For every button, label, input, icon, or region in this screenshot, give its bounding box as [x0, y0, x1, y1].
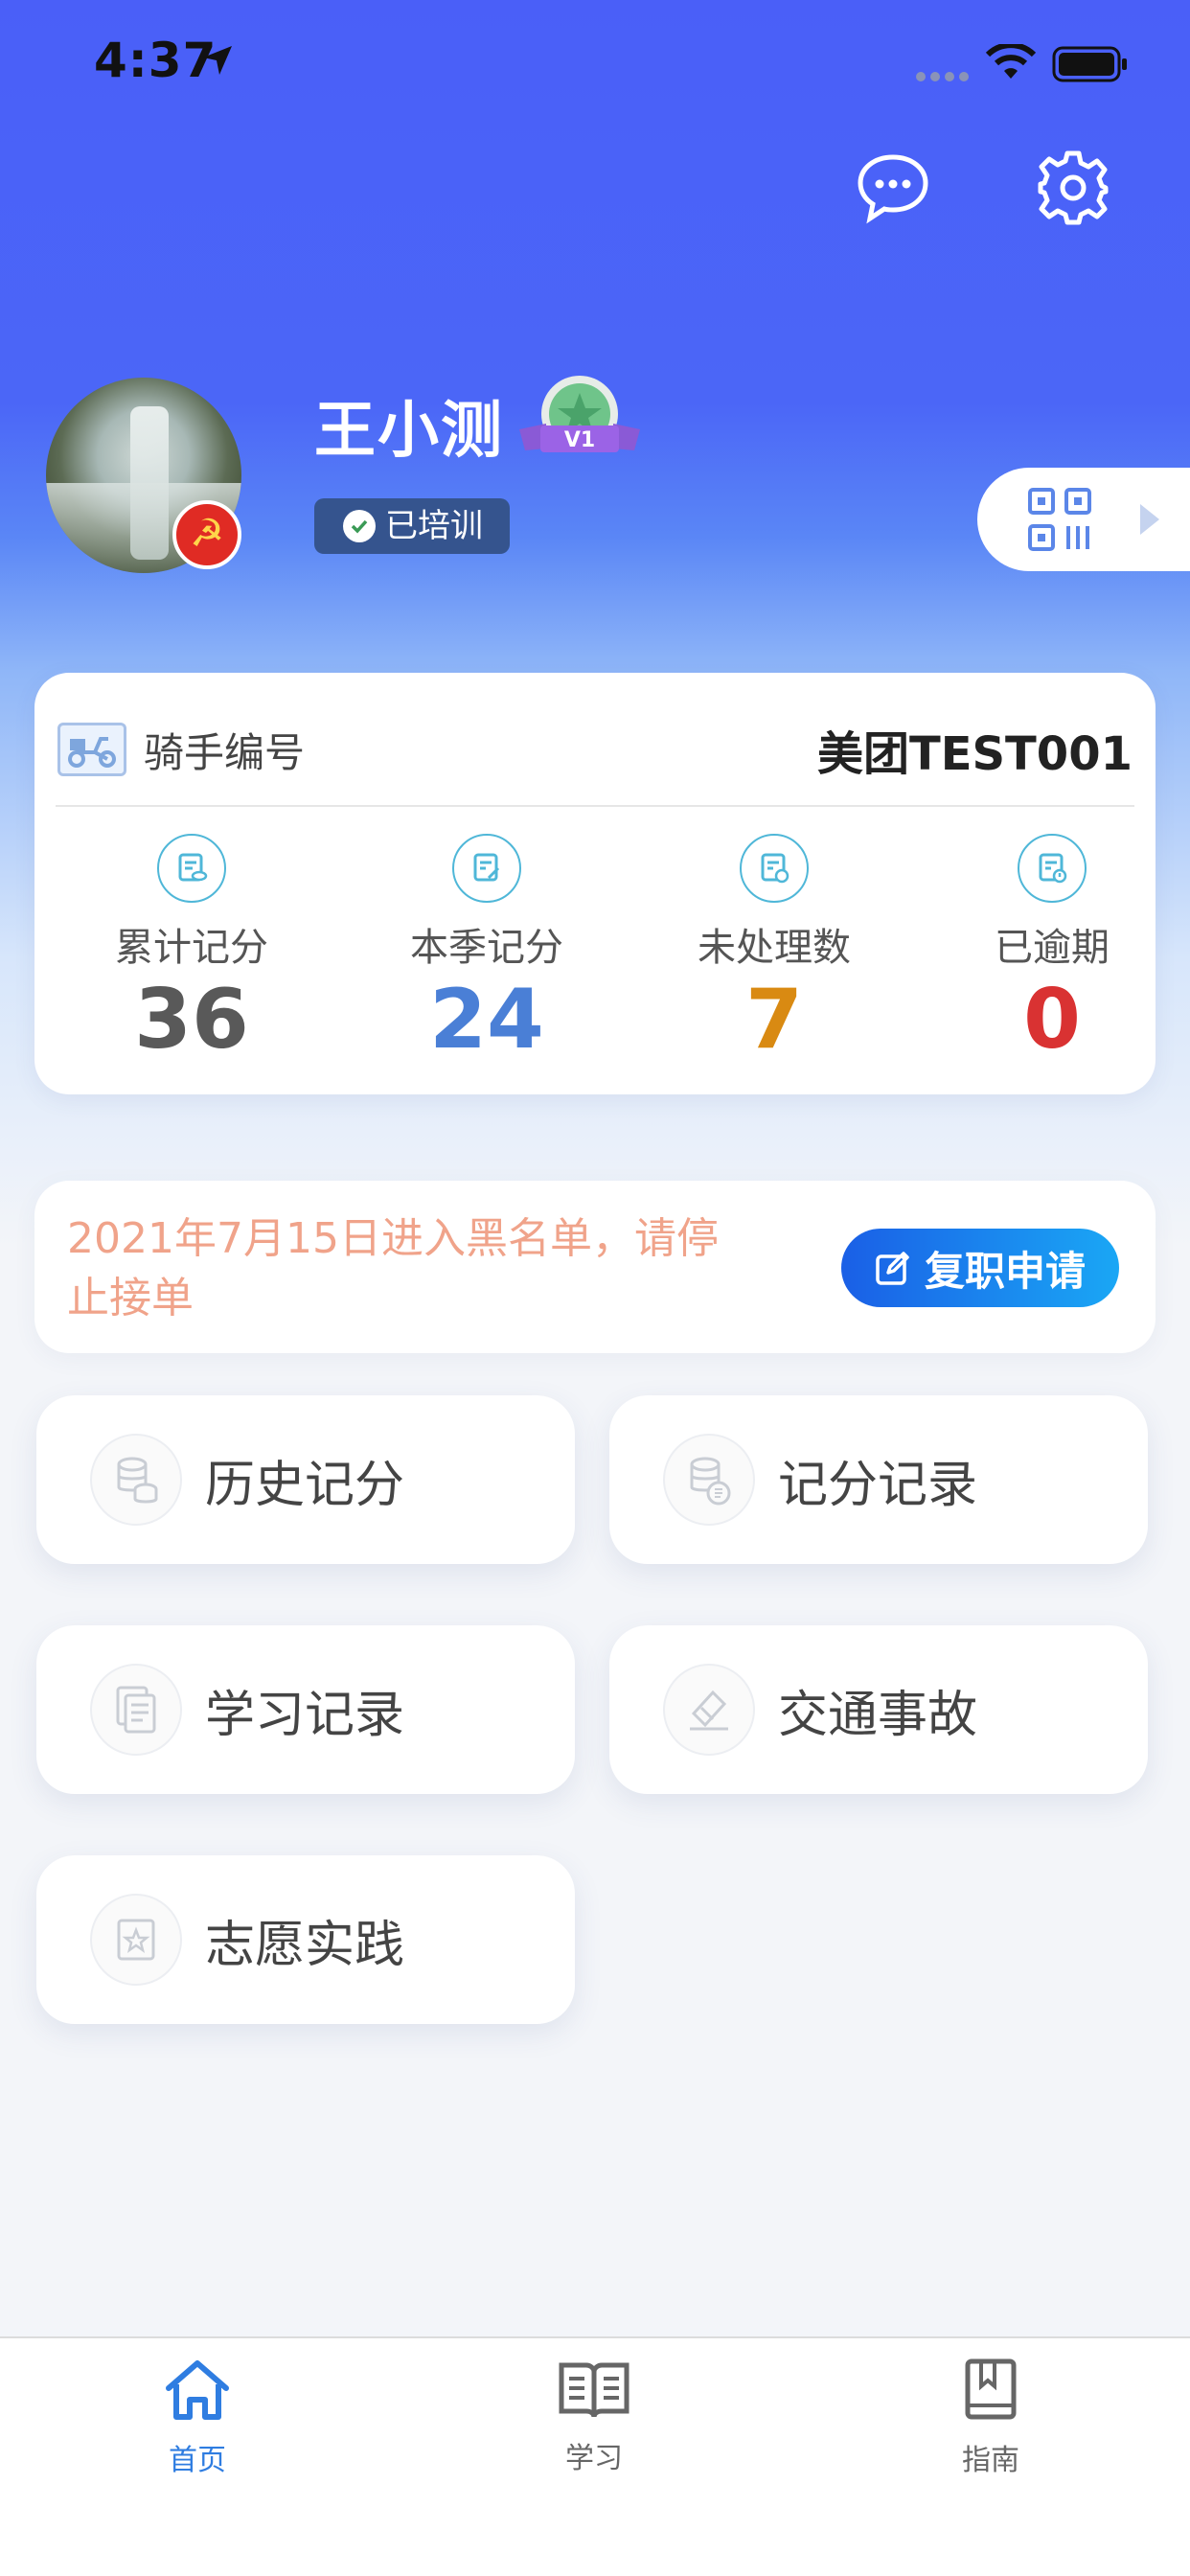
- menu-points-record[interactable]: 记分记录: [609, 1395, 1148, 1564]
- home-icon: [166, 2360, 229, 2420]
- menu-label: 志愿实践: [205, 1916, 405, 1974]
- tab-study[interactable]: 学习: [498, 2358, 690, 2476]
- qr-code-icon: [1028, 488, 1091, 551]
- book-icon: [559, 2362, 629, 2418]
- stat-value: 36: [134, 972, 249, 1068]
- battery-icon: [1052, 46, 1127, 82]
- bottom-tab-bar: 首页 学习 指南: [0, 2336, 1190, 2576]
- stat-unprocessed[interactable]: 未处理数 7: [650, 834, 899, 1068]
- tab-label: 首页: [169, 2444, 226, 2477]
- tab-label: 学习: [565, 2442, 623, 2475]
- edit-doc-icon: [452, 834, 521, 903]
- tab-label: 指南: [962, 2444, 1019, 2477]
- star-frame-icon: [90, 1894, 182, 1986]
- tab-home[interactable]: 首页: [102, 2358, 293, 2478]
- menu-study-record[interactable]: 学习记录: [36, 1625, 575, 1794]
- message-icon[interactable]: [855, 150, 931, 226]
- status-time: 4:37: [94, 33, 217, 88]
- level-text: V1: [564, 428, 595, 452]
- pending-doc-icon: [740, 834, 809, 903]
- menu-history-points[interactable]: 历史记分: [36, 1395, 575, 1564]
- qr-code-button[interactable]: [977, 468, 1190, 571]
- guide-icon: [965, 2358, 1017, 2420]
- signal-icon: [916, 72, 969, 81]
- tab-guide[interactable]: 指南: [895, 2358, 1087, 2478]
- level-badge-icon: V1: [519, 376, 640, 452]
- menu-label: 学习记录: [205, 1686, 405, 1744]
- stat-total-points[interactable]: 累计记分 36: [67, 834, 316, 1068]
- record-icon: [663, 1434, 755, 1526]
- rider-number-label: 骑手编号: [144, 728, 306, 776]
- overdue-doc-icon: [1018, 834, 1087, 903]
- divider: [56, 805, 1134, 807]
- stat-overdue[interactable]: 已逾期 0: [927, 834, 1177, 1068]
- notice-text: 2021年7月15日进入黑名单，请停止接单: [67, 1214, 719, 1322]
- reinstate-button[interactable]: 复职申请: [841, 1229, 1119, 1307]
- menu-label: 历史记分: [205, 1456, 405, 1514]
- stat-value: 7: [745, 972, 803, 1068]
- party-member-icon: ☭: [172, 500, 241, 569]
- blacklist-notice: 2021年7月15日进入黑名单，请停止接单 复职申请: [34, 1181, 1156, 1353]
- scooter-icon: [57, 723, 126, 776]
- rider-card: 骑手编号 美团TEST001 累计记分 36 本季记分 24 未处理数 7 已逾…: [34, 673, 1156, 1094]
- stat-label: 本季记分: [410, 926, 563, 970]
- rider-number-value: 美团TEST001: [816, 727, 1133, 781]
- stat-label: 已逾期: [995, 926, 1110, 970]
- stat-season-points[interactable]: 本季记分 24: [362, 834, 611, 1068]
- menu-label: 记分记录: [778, 1456, 978, 1514]
- stat-label: 累计记分: [115, 926, 268, 970]
- database-icon: [90, 1434, 182, 1526]
- document-icon: [90, 1664, 182, 1756]
- accident-icon: [663, 1664, 755, 1756]
- check-icon: [343, 510, 376, 542]
- reinstate-label: 复职申请: [924, 1247, 1086, 1295]
- points-icon: [157, 834, 226, 903]
- trained-tag: 已培训: [314, 498, 510, 554]
- wifi-icon: [985, 44, 1037, 79]
- menu-label: 交通事故: [778, 1686, 978, 1744]
- menu-traffic-accident[interactable]: 交通事故: [609, 1625, 1148, 1794]
- stat-value: 0: [1023, 972, 1081, 1068]
- user-name: 王小测: [314, 396, 504, 467]
- stat-label: 未处理数: [698, 926, 851, 970]
- edit-icon: [876, 1252, 909, 1285]
- stat-value: 24: [429, 972, 544, 1068]
- location-arrow-icon: [203, 46, 232, 75]
- chevron-right-icon: [1140, 504, 1159, 535]
- gear-icon[interactable]: [1035, 150, 1111, 226]
- trained-label: 已培训: [385, 507, 483, 545]
- menu-volunteer-practice[interactable]: 志愿实践: [36, 1855, 575, 2024]
